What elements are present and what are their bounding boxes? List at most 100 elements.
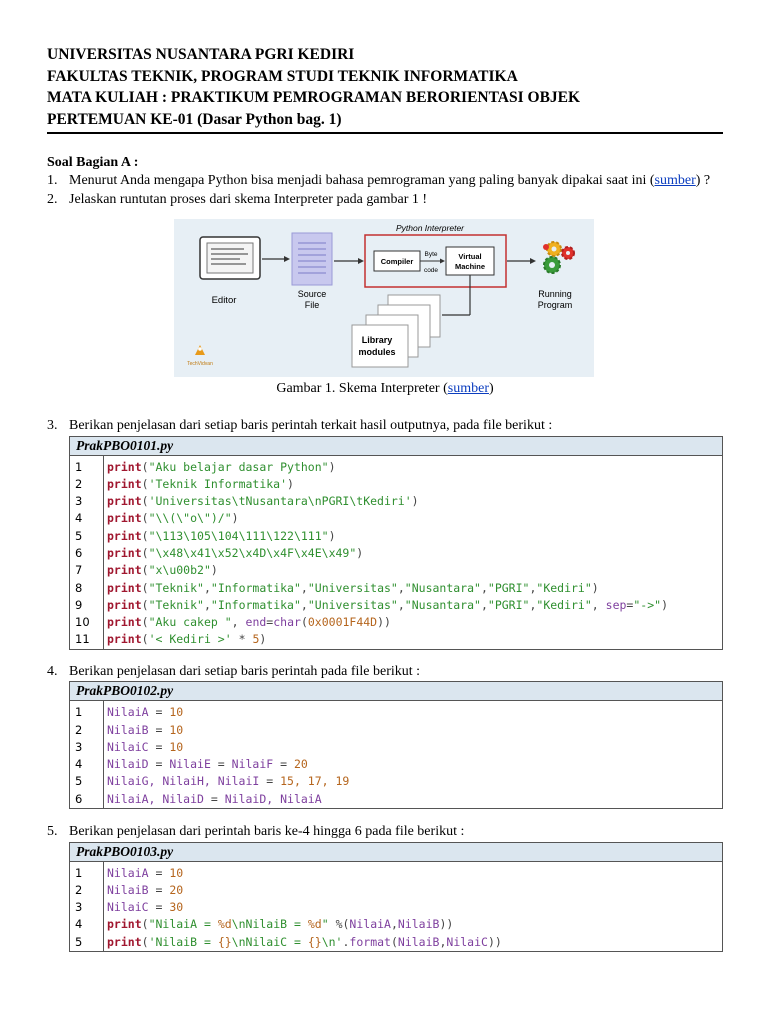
caption-source-link[interactable]: sumber — [448, 381, 489, 396]
question-text: Jelaskan runtutan proses dari skema Inte… — [69, 191, 428, 207]
question-number: 2. — [47, 191, 58, 207]
compiler-label: Compiler — [381, 257, 414, 266]
code-line: 2 NilaiB = 10 — [70, 721, 722, 739]
code-line: 3 NilaiC = 10 — [70, 738, 722, 757]
code-text: NilaiC = 10 — [107, 739, 184, 754]
line-number: 9 — [70, 596, 104, 615]
question-text: Menurut Anda mengapa Python bisa menjadi… — [69, 173, 655, 188]
code-line: 4 NilaiD = NilaiE = NilaiF = 20 — [70, 756, 722, 774]
code-line: 3 NilaiC = 30 — [70, 899, 722, 917]
code-line: 1 NilaiA = 10 — [70, 861, 722, 882]
line-number: 2 — [70, 475, 104, 494]
code-text: print("Aku cakep ", end=char(0x0001F44D)… — [107, 615, 391, 630]
code-text: print("\x48\x41\x52\x4D\x4F\x4E\x49") — [107, 545, 364, 560]
code-text: print("NilaiA = %d\nNilaiB = %d" %(Nilai… — [107, 917, 454, 932]
line-number: 4 — [70, 756, 104, 774]
line-number: 8 — [70, 579, 104, 597]
line-number: 5 — [70, 773, 104, 791]
question-number: 5. — [47, 824, 58, 840]
caption-tail: ) — [488, 381, 494, 396]
line-number: 6 — [70, 544, 104, 563]
header-line-1: UNIVERSITAS NUSANTARA PGRI KEDIRI — [47, 46, 355, 63]
header-line-3: MATA KULIAH : PRAKTIKUM PEMROGRAMAN BERO… — [47, 89, 581, 106]
code-line: 11 print('< Kediri >' * 5) — [70, 631, 722, 649]
source-file-icon — [291, 232, 333, 286]
line-number: 5 — [70, 527, 104, 545]
code-text: NilaiA = 10 — [107, 865, 184, 880]
code-line: 6 NilaiA, NilaiD = NilaiD, NilaiA — [70, 790, 722, 809]
question-4: 4. Berikan penjelasan dari setiap baris … — [47, 663, 723, 682]
line-number: 1 — [70, 455, 104, 476]
code-line: 3 print('Universitas\tNusantara\nPGRI\tKe… — [70, 493, 722, 511]
code-text: NilaiG, NilaiH, NilaiI = 15, 17, 19 — [107, 774, 350, 789]
line-number: 2 — [70, 721, 104, 739]
code-text: print("\\(\"o\")/") — [107, 511, 239, 526]
editor-label: Editor — [212, 295, 237, 306]
line-number: 2 — [70, 881, 104, 900]
line-number: 1 — [70, 701, 104, 722]
code-line: 1 print("Aku belajar dasar Python") — [70, 455, 722, 476]
code-text: NilaiD = NilaiE = NilaiF = 20 — [107, 757, 308, 772]
line-number: 3 — [70, 493, 104, 511]
code-line: 10 print("Aku cakep ", end=char(0x0001F44… — [70, 614, 722, 632]
interpreter-title: Python Interpreter — [396, 223, 465, 233]
line-number: 10 — [70, 614, 104, 632]
code-text: NilaiA, NilaiD = NilaiD, NilaiA — [107, 791, 322, 806]
code-line: 9 print("Teknik","Informatika","Universit… — [70, 596, 722, 615]
code-block-3: PrakPBO0103.py 1 NilaiA = 10 2 NilaiB = 20 3… — [69, 841, 723, 953]
code-text: print('Teknik Informatika') — [107, 476, 294, 491]
code-line: 4 print("\\(\"o\")/") — [70, 510, 722, 528]
code-text: print("Teknik","Informatika","Universita… — [107, 597, 668, 612]
code-text: print("\113\105\104\111\122\111") — [107, 528, 336, 543]
question-1: 1. Menurut Anda mengapa Python bisa menj… — [47, 172, 723, 191]
code-text: print("Aku belajar dasar Python") — [107, 459, 336, 474]
header-divider — [47, 132, 723, 134]
question-number: 4. — [47, 663, 58, 679]
virtual-label: Virtual — [458, 252, 481, 261]
file-label: File — [305, 300, 320, 310]
code-line: 2 NilaiB = 20 — [70, 881, 722, 900]
code-line: 1 NilaiA = 10 — [70, 701, 722, 722]
code-block-2: PrakPBO0102.py 1 NilaiA = 10 2 NilaiB = 10 3… — [69, 681, 723, 810]
source-link[interactable]: sumber — [655, 173, 696, 188]
code-line: 8 print("Teknik","Informatika","Universit… — [70, 579, 722, 597]
code-filename: PrakPBO0101.py — [70, 436, 722, 456]
question-text: Berikan penjelasan dari setiap baris per… — [69, 663, 421, 679]
question-3: 3. Berikan penjelasan dari setiap baris … — [47, 417, 723, 436]
code-lines: 1 NilaiA = 10 2 NilaiB = 20 3 NilaiC = 30 4 pri… — [70, 861, 722, 952]
code-line: 6 print("\x48\x41\x52\x4D\x4F\x4E\x49") — [70, 544, 722, 563]
header-line-2: FAKULTAS TEKNIK, PROGRAM STUDI TEKNIK IN… — [47, 67, 518, 85]
code-line: 5 NilaiG, NilaiH, NilaiI = 15, 17, 19 — [70, 773, 722, 791]
interpreter-diagram: Editor Source File Python Interpreter Co… — [174, 219, 594, 377]
caption-text: Gambar 1. Skema Interpreter ( — [276, 381, 448, 396]
code-text: print('Universitas\tNusantara\nPGRI\tKed… — [107, 494, 419, 509]
machine-label: Machine — [455, 262, 485, 271]
code-filename: PrakPBO0103.py — [70, 842, 722, 862]
line-number: 6 — [70, 790, 104, 809]
question-tail: ) ? — [695, 173, 711, 188]
code-lines: 1 NilaiA = 10 2 NilaiB = 10 3 NilaiC = 10 4 Nil… — [70, 701, 722, 809]
code-text: print('< Kediri >' * 5) — [107, 632, 267, 647]
code-line: 4 print("NilaiA = %d\nNilaiB = %d" %(Nila… — [70, 916, 722, 934]
code-text: NilaiB = 20 — [107, 882, 184, 897]
code-filename: PrakPBO0102.py — [70, 682, 722, 702]
running-label: Running — [538, 289, 572, 299]
code-line: 2 print('Teknik Informatika') — [70, 475, 722, 494]
question-text: Berikan penjelasan dari setiap baris per… — [69, 418, 553, 433]
modules-label: modules — [358, 347, 395, 357]
question-number: 3. — [47, 418, 58, 433]
line-number: 5 — [70, 933, 104, 952]
header-line-4: PERTEMUAN KE-01 (Dasar Python bag. 1) — [47, 110, 342, 128]
question-5: 5. Berikan penjelasan dari perintah bari… — [47, 823, 723, 842]
line-number: 3 — [70, 738, 104, 757]
source-label: Source — [298, 289, 327, 299]
byte-label: Byte — [424, 251, 437, 258]
code-line: 5 print("\113\105\104\111\122\111") — [70, 527, 722, 545]
question-2: 2. Jelaskan runtutan proses dari skema I… — [47, 191, 723, 210]
line-number: 11 — [70, 631, 104, 649]
brand-label: TechVidvan — [187, 361, 213, 367]
code-block-1: PrakPBO0101.py 1 print("Aku belajar dasar… — [69, 435, 723, 650]
document-page: UNIVERSITAS NUSANTARA PGRI KEDIRI FAKULT… — [47, 44, 723, 953]
line-number: 3 — [70, 899, 104, 917]
code-text: NilaiB = 10 — [107, 722, 184, 737]
